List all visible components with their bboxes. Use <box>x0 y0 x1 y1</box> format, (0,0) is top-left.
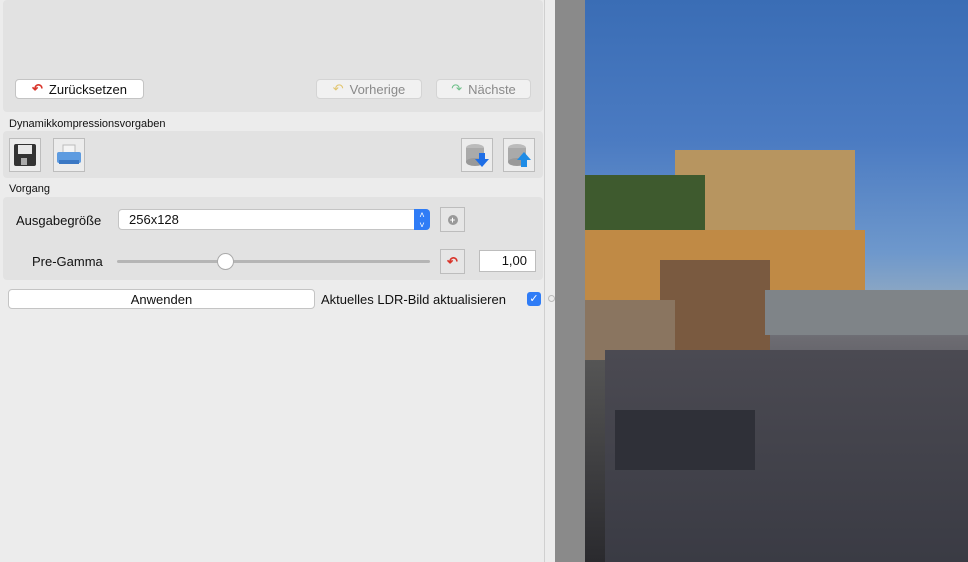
undo-icon: ↶ <box>447 254 458 270</box>
output-size-label: Ausgabegröße <box>16 213 101 228</box>
reset-button[interactable]: ↶ Zurücksetzen <box>15 79 144 99</box>
print-preset-button[interactable] <box>53 138 85 172</box>
update-ldr-checkbox[interactable]: ✓ <box>527 292 541 306</box>
resize-handle[interactable] <box>548 295 555 302</box>
plus-icon: + <box>448 215 458 225</box>
slider-thumb[interactable] <box>217 253 234 270</box>
pregamma-label: Pre-Gamma <box>32 254 103 269</box>
pregamma-input[interactable]: 1,00 <box>479 250 536 272</box>
redo-icon: ↷ <box>451 81 462 97</box>
process-title: Vorgang <box>9 183 50 195</box>
undo-icon: ↶ <box>32 81 43 97</box>
database-upload-icon <box>506 142 532 168</box>
add-size-button[interactable]: + <box>440 207 465 232</box>
preview-background <box>555 0 585 562</box>
checkmark-icon: ✓ <box>529 293 538 305</box>
database-download-icon <box>464 142 490 168</box>
pregamma-slider[interactable] <box>117 260 430 263</box>
settings-panel: ↶ Zurücksetzen ↶ Vorherige ↷ Nächste Dyn… <box>0 0 555 562</box>
previous-button[interactable]: ↶ Vorherige <box>316 79 422 99</box>
next-button[interactable]: ↷ Nächste <box>436 79 531 99</box>
save-preset-button[interactable] <box>9 138 41 172</box>
update-ldr-label: Aktuelles LDR-Bild aktualisieren <box>321 292 506 307</box>
printer-icon <box>56 143 82 167</box>
store-preset-button[interactable] <box>503 138 535 172</box>
load-preset-button[interactable] <box>461 138 493 172</box>
presets-title: Dynamikkompressionsvorgaben <box>9 118 166 130</box>
chevron-updown-icon: ˄˅ <box>414 209 430 230</box>
divider <box>544 0 545 562</box>
ldr-preview-image <box>585 0 968 562</box>
output-size-select[interactable]: 256x128 ˄˅ <box>118 209 430 230</box>
undo-icon: ↶ <box>333 81 344 97</box>
reset-pregamma-button[interactable]: ↶ <box>440 249 465 274</box>
apply-button[interactable]: Anwenden <box>8 289 315 309</box>
floppy-disk-icon <box>13 143 37 167</box>
